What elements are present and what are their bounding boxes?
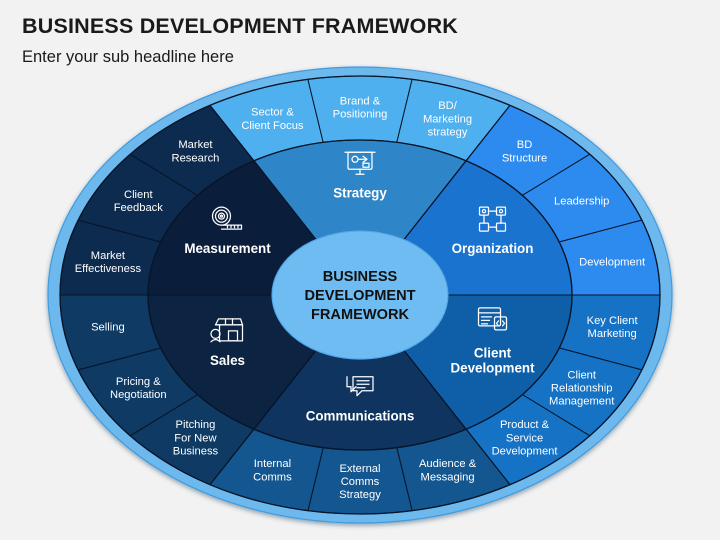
- sector-label-0: Strategy: [333, 185, 387, 200]
- outer-segment-label: Key Client Marketing: [587, 315, 639, 340]
- outer-segment-label: Pricing & Negotiation: [110, 376, 167, 401]
- page-title: BUSINESS DEVELOPMENT FRAMEWORK: [22, 14, 459, 38]
- center-hub: BUSINESS DEVELOPMENT FRAMEWORK: [271, 230, 449, 360]
- outer-segment-label: Development: [579, 256, 646, 268]
- outer-segment-label: Internal Comms: [253, 458, 292, 483]
- sector-label-3: Communications: [306, 408, 415, 423]
- outer-segment-label: Market Research: [172, 139, 220, 164]
- sector-label-5: Measurement: [184, 241, 271, 256]
- outer-segment-label: Pitching For New Business: [173, 419, 219, 457]
- slide-canvas: BUSINESS DEVELOPMENT FRAMEWORK Enter you…: [0, 0, 720, 540]
- outer-segment-label: Brand & Positioning: [333, 95, 388, 120]
- outer-segment-label: External Comms Strategy: [339, 463, 381, 501]
- sector-label-1: Organization: [452, 241, 534, 256]
- framework-wheel: BUSINESS DEVELOPMENT FRAMEWORK Sector & Cli…: [0, 60, 720, 540]
- wheel-svg: BUSINESS DEVELOPMENT FRAMEWORK Sector & Cli…: [47, 66, 673, 524]
- outer-segment-label: Audience & Messaging: [419, 458, 477, 483]
- outer-segment-label: Selling: [91, 321, 125, 333]
- outer-segment-label: Leadership: [554, 195, 609, 207]
- sector-label-4: Sales: [210, 352, 245, 367]
